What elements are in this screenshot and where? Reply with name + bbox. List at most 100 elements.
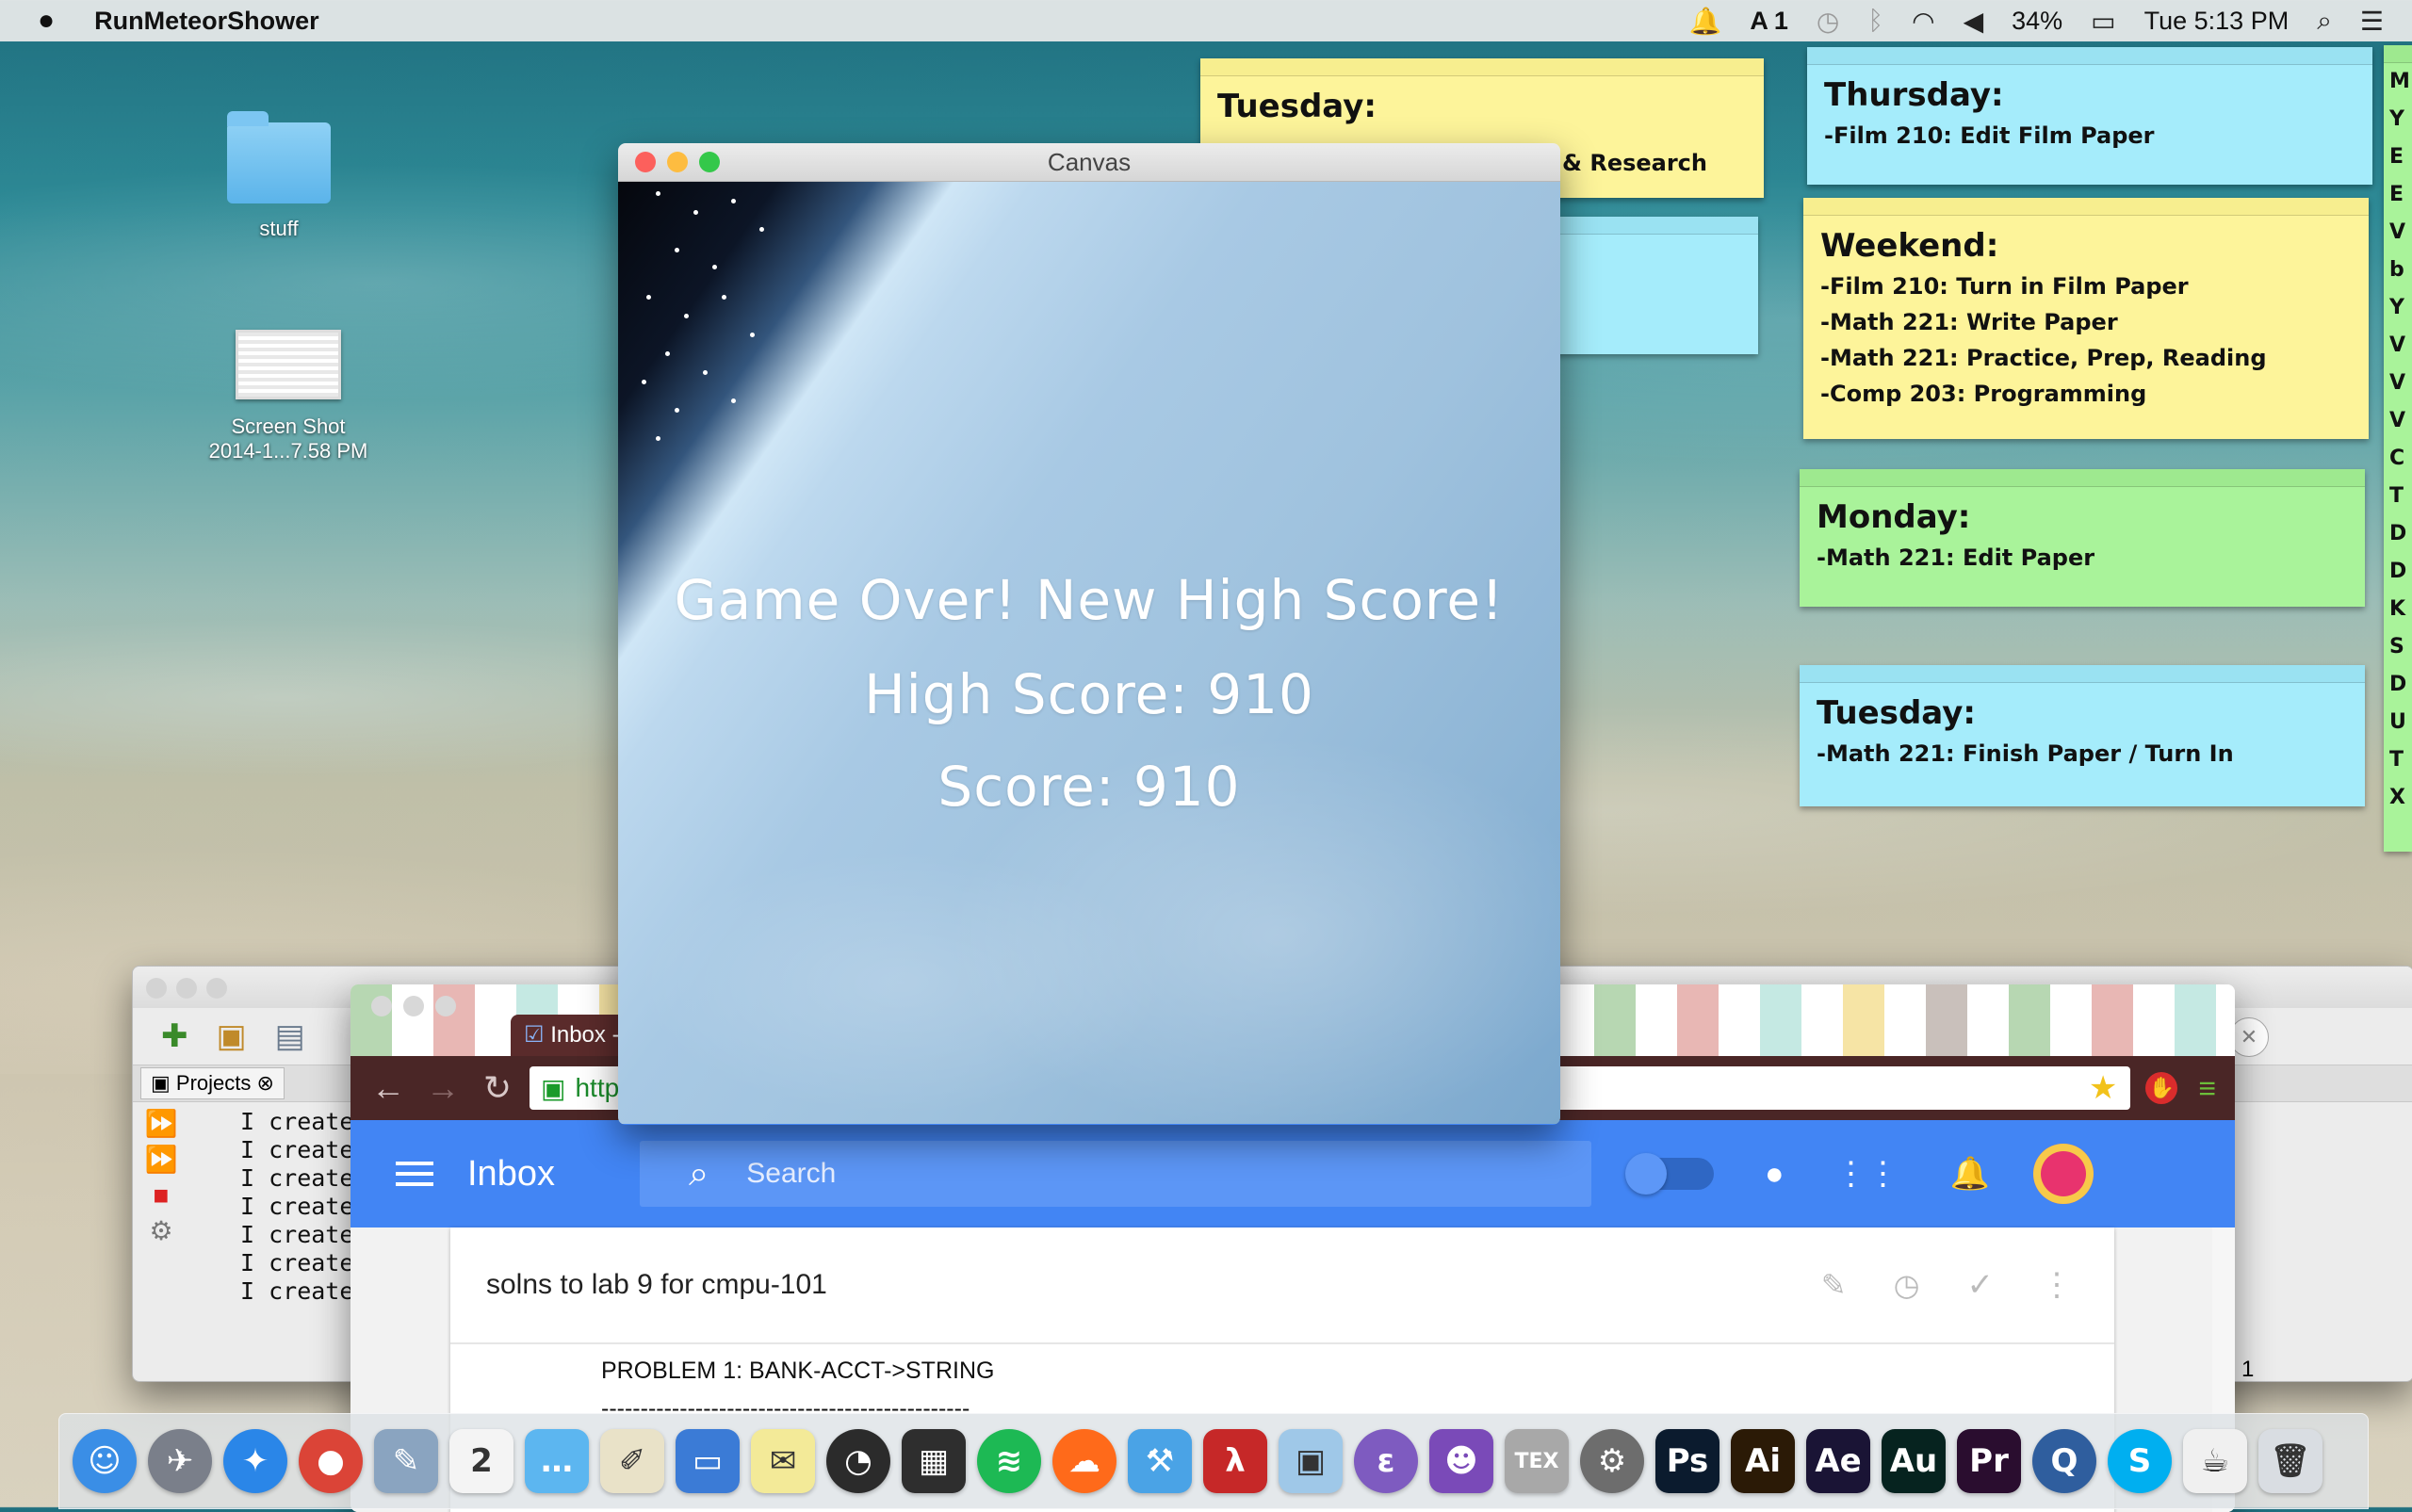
open-project-icon[interactable]: ▤ (275, 1017, 305, 1055)
bookmark-star-icon[interactable]: ★ (2089, 1069, 2117, 1107)
dock-photo-booth-icon[interactable]: ▦ (902, 1429, 966, 1493)
dock-messages-icon[interactable]: … (525, 1429, 589, 1493)
canvas-titlebar[interactable]: Canvas (618, 143, 1560, 182)
back-icon[interactable]: ← (371, 1068, 405, 1108)
close-button[interactable] (635, 152, 656, 172)
dock-soundcloud-icon[interactable]: ☁ (1052, 1429, 1116, 1493)
close-button[interactable] (146, 978, 167, 999)
search-input[interactable]: ⌕ Search (639, 1141, 1591, 1207)
minimize-button[interactable] (403, 996, 424, 1016)
snooze-clock-icon[interactable]: ◷ (1894, 1267, 1920, 1303)
sticky-note-edge-green[interactable]: MYEEVbYVVVCTDDKSDUTX (2384, 45, 2412, 852)
minimize-button[interactable] (176, 978, 197, 999)
adblock-icon[interactable]: ✋ (2145, 1072, 2178, 1104)
dock-xcode-icon[interactable]: ⚒ (1128, 1429, 1192, 1493)
dock-virtualbox-icon[interactable]: ▣ (1279, 1429, 1343, 1493)
rerun-debug-icon[interactable]: ⏩ (133, 1142, 189, 1178)
star (665, 351, 670, 356)
sticky-titlebar[interactable] (2384, 45, 2412, 63)
main-menu-icon[interactable] (396, 1155, 433, 1193)
notification-center-icon[interactable]: ☰ (2360, 6, 2384, 37)
dock-safari-icon[interactable]: ✦ (223, 1429, 287, 1493)
settings-icon[interactable]: ⚙ (133, 1213, 189, 1249)
sticky-titlebar[interactable] (1800, 665, 2365, 683)
wifi-icon[interactable]: ◠ (1912, 6, 1934, 37)
time-machine-icon[interactable]: ◷ (1817, 6, 1839, 37)
sticky-note-weekend[interactable]: Weekend: -Film 210: Turn in Film Paper -… (1803, 198, 2369, 439)
volume-icon[interactable]: ◀ (1964, 6, 1984, 37)
clear-search-icon[interactable]: ✕ (2229, 1017, 2269, 1057)
sticky-titlebar[interactable] (1800, 469, 2365, 487)
sticky-note-thursday[interactable]: Thursday: -Film 210: Edit Film Paper (1807, 47, 2372, 185)
sticky-edge-letter: C (2389, 447, 2405, 470)
dock-audition-icon[interactable]: Au (1882, 1429, 1946, 1493)
notification-bell-icon[interactable]: 🔔 (1688, 6, 1721, 37)
dock-launchpad-icon[interactable]: ✈ (148, 1429, 212, 1493)
new-file-icon[interactable]: ✚ (161, 1017, 188, 1055)
adobe-creative-cloud-icon[interactable]: A1 (1750, 7, 1788, 36)
forward-icon[interactable]: → (426, 1068, 460, 1108)
dock-chrome-icon[interactable]: ● (299, 1429, 363, 1493)
mark-done-check-icon[interactable]: ✓ (1967, 1266, 1995, 1304)
sticky-titlebar[interactable] (1545, 217, 1758, 235)
dock-finder-icon[interactable]: ☺ (73, 1429, 137, 1493)
dock-drracket-icon[interactable]: λ (1203, 1429, 1267, 1493)
projects-tab[interactable]: ▣ Projects ⊗ (140, 1067, 285, 1099)
sticky-note-monday[interactable]: Monday: -Math 221: Edit Paper (1800, 469, 2365, 607)
rerun-icon[interactable]: ⏩ (133, 1106, 189, 1142)
dock-premiere-icon[interactable]: Pr (1957, 1429, 2021, 1493)
user-avatar[interactable] (2032, 1144, 2094, 1204)
sticky-edge-letters: MYEEVbYVVVCTDDKSDUTX (2384, 63, 2412, 817)
pinned-toggle[interactable] (1624, 1153, 1714, 1195)
dock-skype-icon[interactable]: S (2108, 1429, 2172, 1493)
desktop-screenshot-file[interactable]: Screen Shot 2014-1...7.58 PM (185, 330, 392, 463)
sticky-note-tuesday[interactable]: Tuesday: -Math 221: Finish Paper / Turn … (1800, 665, 2365, 806)
dock-preview-icon[interactable]: ✎ (374, 1429, 438, 1493)
dock-system-preferences-icon[interactable]: ⚙ (1580, 1429, 1644, 1493)
apple-icon[interactable]: ● (38, 5, 55, 37)
extensions-menu-icon[interactable]: ≡ (2198, 1071, 2216, 1106)
close-button[interactable] (371, 996, 392, 1016)
dock-quicktime-icon[interactable]: Q (2032, 1429, 2096, 1493)
zoom-button[interactable] (435, 996, 456, 1016)
dock-tex-icon[interactable]: TEX (1505, 1429, 1569, 1493)
notifications-bell-icon[interactable]: 🔔 (1950, 1155, 1990, 1193)
apps-grid-icon[interactable]: ⋮⋮ (1835, 1155, 1899, 1193)
battery-percent[interactable]: 34% (2012, 7, 2062, 36)
dock-java-icon[interactable]: ☕ (2183, 1429, 2247, 1493)
new-project-icon[interactable]: ▣ (217, 1017, 247, 1055)
reminder-bulb-icon[interactable]: ● (1765, 1156, 1785, 1193)
pin-email-icon[interactable]: ✎ (1821, 1267, 1847, 1303)
sticky-note-partial-cyan[interactable] (1545, 217, 1758, 354)
spotlight-search-icon[interactable]: ⌕ (2317, 6, 2332, 37)
dock-after-effects-icon[interactable]: Ae (1806, 1429, 1870, 1493)
more-options-icon[interactable]: ⋮ (2041, 1266, 2073, 1304)
canvas-window[interactable]: Canvas Game Over! New High Score! High S… (618, 143, 1560, 1125)
bluetooth-icon[interactable]: ᛒ (1867, 6, 1883, 36)
dock-emacs-icon[interactable]: ε (1354, 1429, 1418, 1493)
zoom-button[interactable] (699, 152, 720, 172)
dock-illustrator-icon[interactable]: Ai (1731, 1429, 1795, 1493)
dock-textedit-icon[interactable]: ✐ (600, 1429, 664, 1493)
sticky-titlebar[interactable] (1200, 58, 1764, 76)
minimize-button[interactable] (667, 152, 688, 172)
dock-spotify-icon[interactable]: ≋ (977, 1429, 1041, 1493)
dock-calendar-icon[interactable]: 2 (449, 1429, 513, 1493)
zoom-button[interactable] (206, 978, 227, 999)
desktop-folder-stuff[interactable]: stuff (204, 111, 354, 241)
ide-console[interactable]: I create I create I create I create I cr… (189, 1102, 353, 1306)
stop-icon[interactable]: ■ (133, 1178, 189, 1213)
menubar-clock[interactable]: Tue 5:13 PM (2144, 7, 2290, 36)
active-app-name[interactable]: RunMeteorShower (94, 7, 319, 36)
dock-stickies-icon[interactable]: ✉ (751, 1429, 815, 1493)
reload-icon[interactable]: ↻ (481, 1068, 514, 1108)
dock-github-icon[interactable]: ☻ (1429, 1429, 1493, 1493)
dock-dashboard-icon[interactable]: ◔ (826, 1429, 890, 1493)
dock-keynote-icon[interactable]: ▭ (676, 1429, 740, 1493)
sticky-titlebar[interactable] (1803, 198, 2369, 216)
sticky-titlebar[interactable] (1807, 47, 2372, 65)
battery-charging-icon[interactable]: ▭ (2091, 6, 2115, 37)
dock-photoshop-icon[interactable]: Ps (1655, 1429, 1719, 1493)
game-canvas[interactable]: Game Over! New High Score! High Score: 9… (618, 182, 1560, 1124)
dock-trash-icon[interactable]: 🗑 (2258, 1429, 2322, 1493)
